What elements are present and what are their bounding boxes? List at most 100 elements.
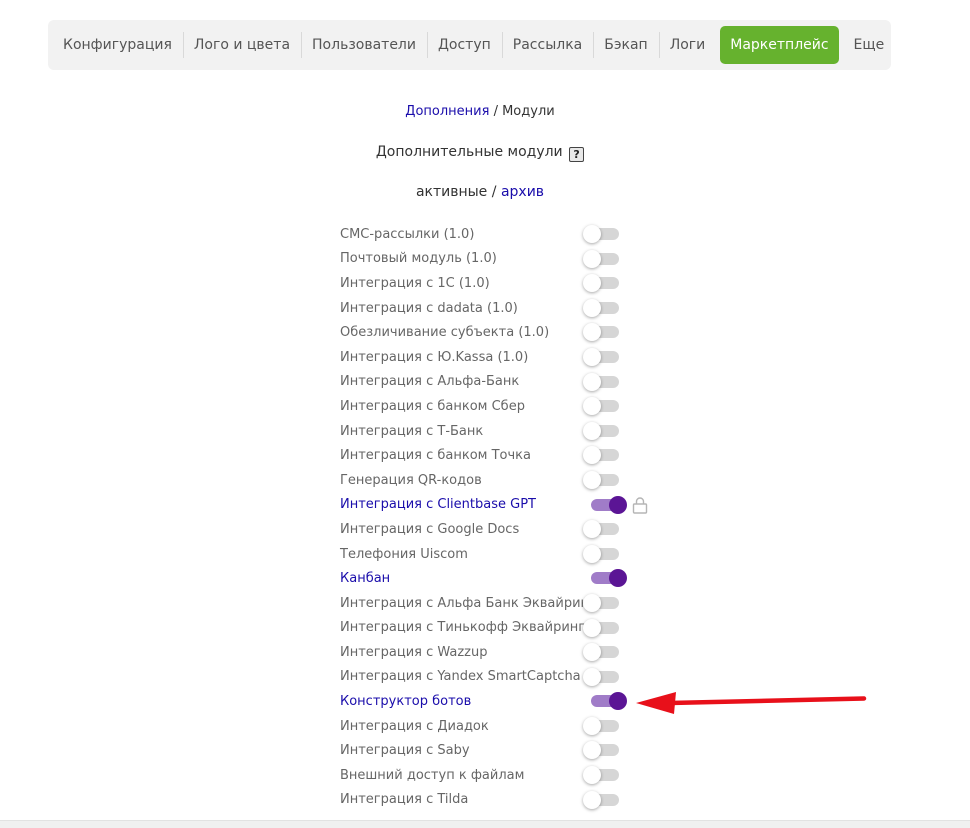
module-toggle[interactable] [583, 667, 619, 686]
module-filter: активные / архив [0, 184, 960, 200]
toggle-knob [583, 274, 601, 293]
toggle-knob [583, 249, 601, 268]
module-toggle[interactable] [583, 249, 619, 268]
module-label: Интеграция с Yandex SmartCaptcha [340, 669, 581, 685]
module-label[interactable]: Интеграция с Clientbase GPT [340, 497, 536, 512]
module-toggle[interactable] [583, 446, 619, 465]
toggle-knob [583, 520, 601, 539]
toggle-knob [583, 716, 601, 735]
module-row: Интеграция с Ю.Kassa (1.0) [340, 345, 660, 370]
module-label[interactable]: Конструктор ботов [340, 694, 471, 709]
toggle-knob [583, 421, 601, 440]
module-label: Интеграция с банком Сбер [340, 398, 525, 414]
module-row: Канбан [340, 566, 660, 591]
module-list: СМС-рассылки (1.0) Почтовый модуль (1.0) И… [340, 222, 660, 812]
tab-access[interactable]: Доступ [426, 26, 502, 64]
module-toggle[interactable] [583, 225, 619, 243]
tab-configuration[interactable]: Конфигурация [52, 26, 183, 64]
tab-logs[interactable]: Логи [658, 26, 717, 64]
tab-backup[interactable]: Бэкап [593, 26, 658, 64]
module-toggle[interactable] [591, 692, 627, 711]
module-label[interactable]: Канбан [340, 571, 390, 586]
toggle-knob [609, 569, 627, 588]
module-label: Генерация QR-кодов [340, 472, 482, 488]
module-label: Интеграция с Альфа Банк Эквайринг [340, 595, 596, 611]
module-label: Интеграция с Ю.Kassa (1.0) [340, 349, 529, 365]
module-toggle[interactable] [583, 643, 619, 662]
toggle-knob [583, 298, 601, 317]
module-toggle[interactable] [583, 741, 619, 760]
module-label: Интеграция с Google Docs [340, 521, 520, 537]
module-toggle[interactable] [583, 593, 619, 612]
module-toggle[interactable] [583, 274, 619, 293]
question-icon[interactable]: ? [569, 147, 585, 162]
toggle-knob [609, 692, 627, 711]
module-label: Интеграция с Saby [340, 743, 470, 759]
toggle-knob [583, 347, 601, 366]
module-row: Интеграция с Тинькофф Эквайринг [340, 616, 660, 641]
toggle-knob [583, 470, 601, 489]
breadcrumb-separator: / [489, 104, 503, 119]
module-toggle[interactable] [591, 495, 627, 514]
tab-logo-colors[interactable]: Лого и цвета [182, 26, 301, 64]
module-label: Обезличивание субъекта (1.0) [340, 325, 550, 341]
toggle-knob [583, 790, 601, 809]
module-label: Интеграция с банком Точка [340, 448, 531, 464]
module-toggle[interactable] [583, 323, 619, 342]
filter-separator: / [487, 184, 501, 200]
module-toggle[interactable] [583, 618, 619, 637]
module-row: Интеграция с Wazzup [340, 640, 660, 665]
module-toggle[interactable] [591, 569, 627, 588]
module-row: Генерация QR-кодов [340, 468, 660, 493]
toggle-knob [583, 323, 601, 342]
module-row: Интеграция с Clientbase GPT [340, 493, 660, 518]
module-toggle[interactable] [583, 520, 619, 539]
tab-more[interactable]: Еще [843, 26, 896, 64]
tab-mailing[interactable]: Рассылка [501, 26, 593, 64]
module-label: Телефония Uiscom [340, 546, 468, 562]
toggle-knob [583, 618, 601, 637]
module-label: СМС-рассылки (1.0) [340, 226, 475, 242]
module-toggle[interactable] [583, 372, 619, 391]
module-label: Интеграция с Альфа-Банк [340, 374, 520, 390]
module-label: Интеграция с Т-Банк [340, 423, 484, 439]
module-row: Интеграция с 1С (1.0) [340, 271, 660, 296]
module-label: Почтовый модуль (1.0) [340, 251, 497, 267]
module-row: Интеграция с dadata (1.0) [340, 296, 660, 321]
filter-active: активные [415, 184, 488, 200]
red-arrow-annotation [636, 692, 867, 714]
toggle-knob [583, 766, 601, 785]
page-title: Дополнительные модули ? [0, 144, 960, 162]
page-footer-edge [0, 820, 970, 828]
breadcrumb: Дополнения / Модули [0, 104, 960, 119]
module-toggle[interactable] [583, 397, 619, 416]
module-toggle[interactable] [583, 790, 619, 809]
toggle-knob [609, 495, 627, 514]
breadcrumb-addons-link[interactable]: Дополнения [405, 104, 489, 119]
module-row: Интеграция с Yandex SmartCaptcha [340, 665, 660, 690]
module-label: Интеграция с Tilda [340, 792, 469, 808]
module-label: Интеграция с Диадок [340, 718, 489, 734]
module-toggle[interactable] [583, 544, 619, 563]
module-row: Интеграция с Альфа Банк Эквайринг [340, 591, 660, 616]
toggle-knob [583, 225, 601, 243]
tab-marketplace[interactable]: Маркетплейс [720, 26, 839, 64]
module-row: Интеграция с Диадок [340, 714, 660, 739]
breadcrumb-current: Модули [502, 104, 555, 119]
module-toggle[interactable] [583, 347, 619, 366]
module-row: Обезличивание субъекта (1.0) [340, 320, 660, 345]
module-toggle[interactable] [583, 766, 619, 785]
filter-archive-link[interactable]: архив [501, 184, 544, 200]
module-label: Интеграция с Wazzup [340, 644, 488, 660]
module-row: Интеграция с банком Сбер [340, 394, 660, 419]
module-row: Интеграция с Tilda [340, 788, 660, 813]
lock-icon[interactable] [632, 496, 648, 514]
module-toggle[interactable] [583, 421, 619, 440]
module-row: Интеграция с банком Точка [340, 443, 660, 468]
module-toggle[interactable] [583, 470, 619, 489]
tab-users[interactable]: Пользователи [301, 26, 427, 64]
toggle-knob [583, 372, 601, 391]
module-toggle[interactable] [583, 298, 619, 317]
module-toggle[interactable] [583, 716, 619, 735]
toggle-knob [583, 544, 601, 563]
